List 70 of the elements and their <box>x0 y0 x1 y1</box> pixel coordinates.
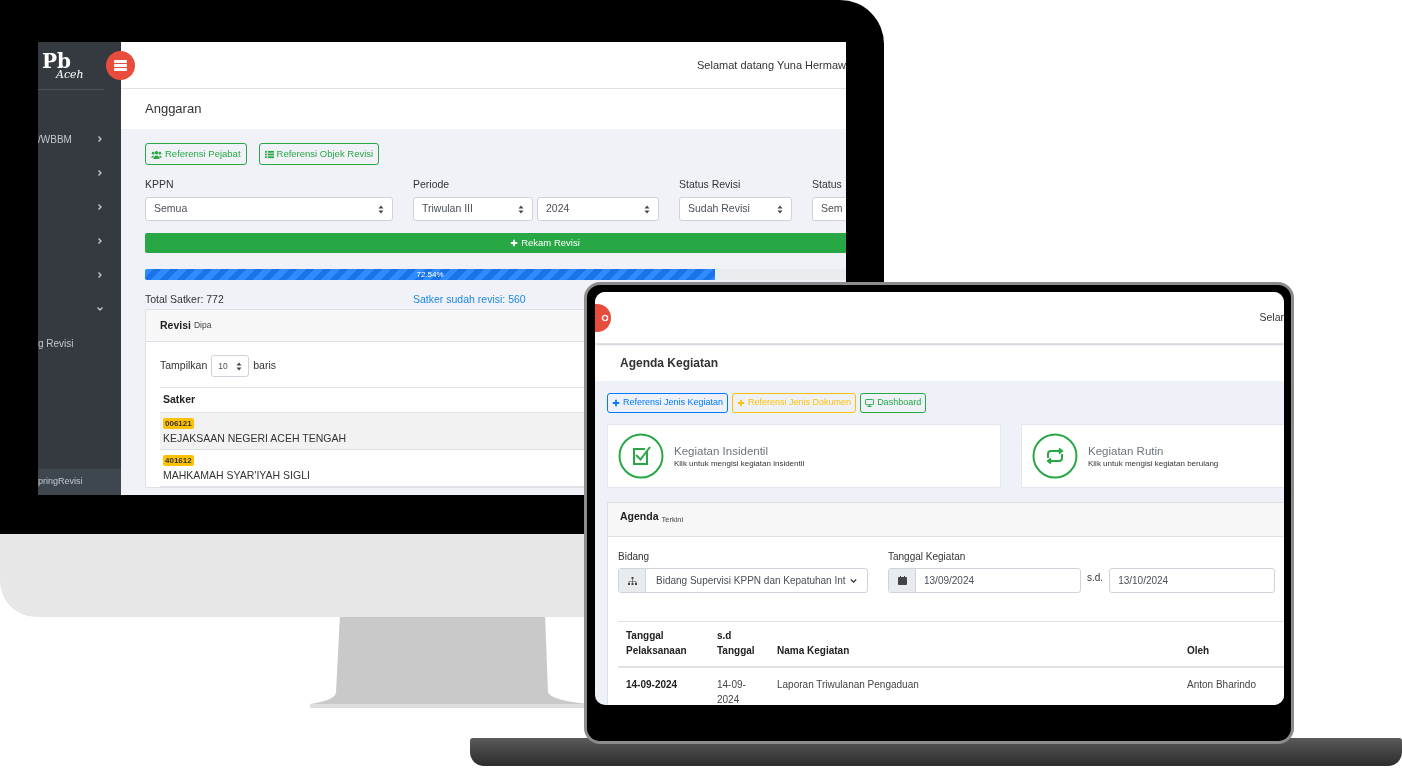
code-badge: 006121 <box>163 418 194 429</box>
card-title: Agenda <box>620 509 659 525</box>
table-cell-text: Anton Bharindo <box>1187 678 1257 692</box>
select-field[interactable]: 2024 <box>537 197 659 221</box>
date-separator: s.d. <box>1087 571 1104 585</box>
table-cell-text: 14-09-2024 <box>626 678 679 692</box>
plus-icon <box>737 399 746 407</box>
menu-icon <box>114 60 127 71</box>
select-field[interactable]: Sem <box>812 197 846 221</box>
stat-text: Total Satker: 772 <box>145 293 225 305</box>
calendar-icon <box>897 576 907 585</box>
table-cell: MAHKAMAH SYAR'IYAH SIGLI <box>163 468 310 482</box>
sidebar-item[interactable]: /WBBM <box>38 131 72 147</box>
chevron-down-icon <box>850 577 857 584</box>
select-field[interactable]: Triwulan III <box>413 197 533 221</box>
filter-label: Bidang <box>618 550 651 564</box>
sort-caret-icon <box>236 361 243 371</box>
sort-caret-icon <box>518 204 524 214</box>
list-icon <box>264 149 274 159</box>
greeting-text: Selamat datang Yuna Hermaw <box>697 57 846 73</box>
sort-caret-icon <box>378 204 384 214</box>
sort-caret-icon <box>644 204 650 214</box>
column-header: Tanggal Pelaksanaan <box>626 629 688 658</box>
select-field[interactable]: Sudah Revisi <box>679 197 792 221</box>
table-cell: KEJAKSAAN NEGERI ACEH TENGAH <box>163 431 347 445</box>
checkbox-icon <box>618 433 664 479</box>
table-cell-text: Laporan Triwulanan Pengaduan <box>777 678 920 692</box>
filter-label: Status Revisi <box>679 177 742 191</box>
filter-label: Tanggal Kegiatan <box>888 550 967 564</box>
page-title: Agenda Kegiatan <box>620 355 718 372</box>
column-header: Satker <box>163 392 196 408</box>
length-select[interactable]: 10 <box>211 355 250 377</box>
progress-fill: 72.54% <box>145 269 716 280</box>
tile-title: Kegiatan Insidentil <box>674 443 769 459</box>
sort-caret-icon <box>777 204 783 214</box>
card-title: Revisi <box>160 317 191 333</box>
greeting-text: Selar <box>1259 309 1284 325</box>
activity-tile[interactable]: Kegiatan Insidentil Klik untuk mengisi kegiatan insidentil <box>607 424 1001 488</box>
menu-toggle-button[interactable] <box>595 304 611 332</box>
date-field[interactable]: 13/10/2024 <box>1109 568 1276 593</box>
hierarchy-icon <box>627 576 637 585</box>
activity-tile[interactable]: Kegiatan Rutin Klik untuk mengisi kegiatan berulang <box>1021 424 1284 488</box>
filter-label: Periode <box>413 177 451 191</box>
plus-icon <box>510 239 519 247</box>
filter-label: KPPN <box>145 177 175 191</box>
sidebar-item[interactable]: g Revisi <box>38 335 74 351</box>
repeat-icon <box>1032 433 1078 479</box>
tile-title: Kegiatan Rutin <box>1088 443 1165 459</box>
tile-subtitle: Klik untuk mengisi kegiatan insidentil <box>674 458 805 469</box>
card-subtitle: Dipa <box>193 319 212 332</box>
sidebar-item[interactable]: pringRevisi <box>38 469 121 495</box>
logo-text: Pb <box>42 51 72 70</box>
date-field[interactable]: 13/09/2024 <box>888 568 1081 593</box>
length-label: Tampilkan <box>160 358 208 374</box>
select-field[interactable]: Bidang Supervisi KPPN dan Kepatuhan Int <box>618 568 868 593</box>
column-header: Nama Kegiatan <box>777 644 851 658</box>
code-badge: 401612 <box>163 455 194 466</box>
logo-script-text: Aceh <box>55 69 85 80</box>
page-title: Anggaran <box>145 100 202 119</box>
tile-subtitle: Klik untuk mengisi kegiatan berulang <box>1088 458 1219 469</box>
length-suffix: baris <box>253 358 277 374</box>
table-cell-text: 14-09-2024 <box>717 678 747 705</box>
column-header: Oleh <box>1187 644 1211 658</box>
monitor-icon <box>865 399 875 407</box>
column-header: s.d Tanggal <box>717 629 756 658</box>
users-icon <box>151 149 162 159</box>
select-field[interactable]: Semua <box>145 197 393 221</box>
filter-label: Status <box>812 177 843 191</box>
plus-icon <box>612 399 620 407</box>
reference-button[interactable]: Referensi Jenis Kegiatan <box>607 393 729 413</box>
